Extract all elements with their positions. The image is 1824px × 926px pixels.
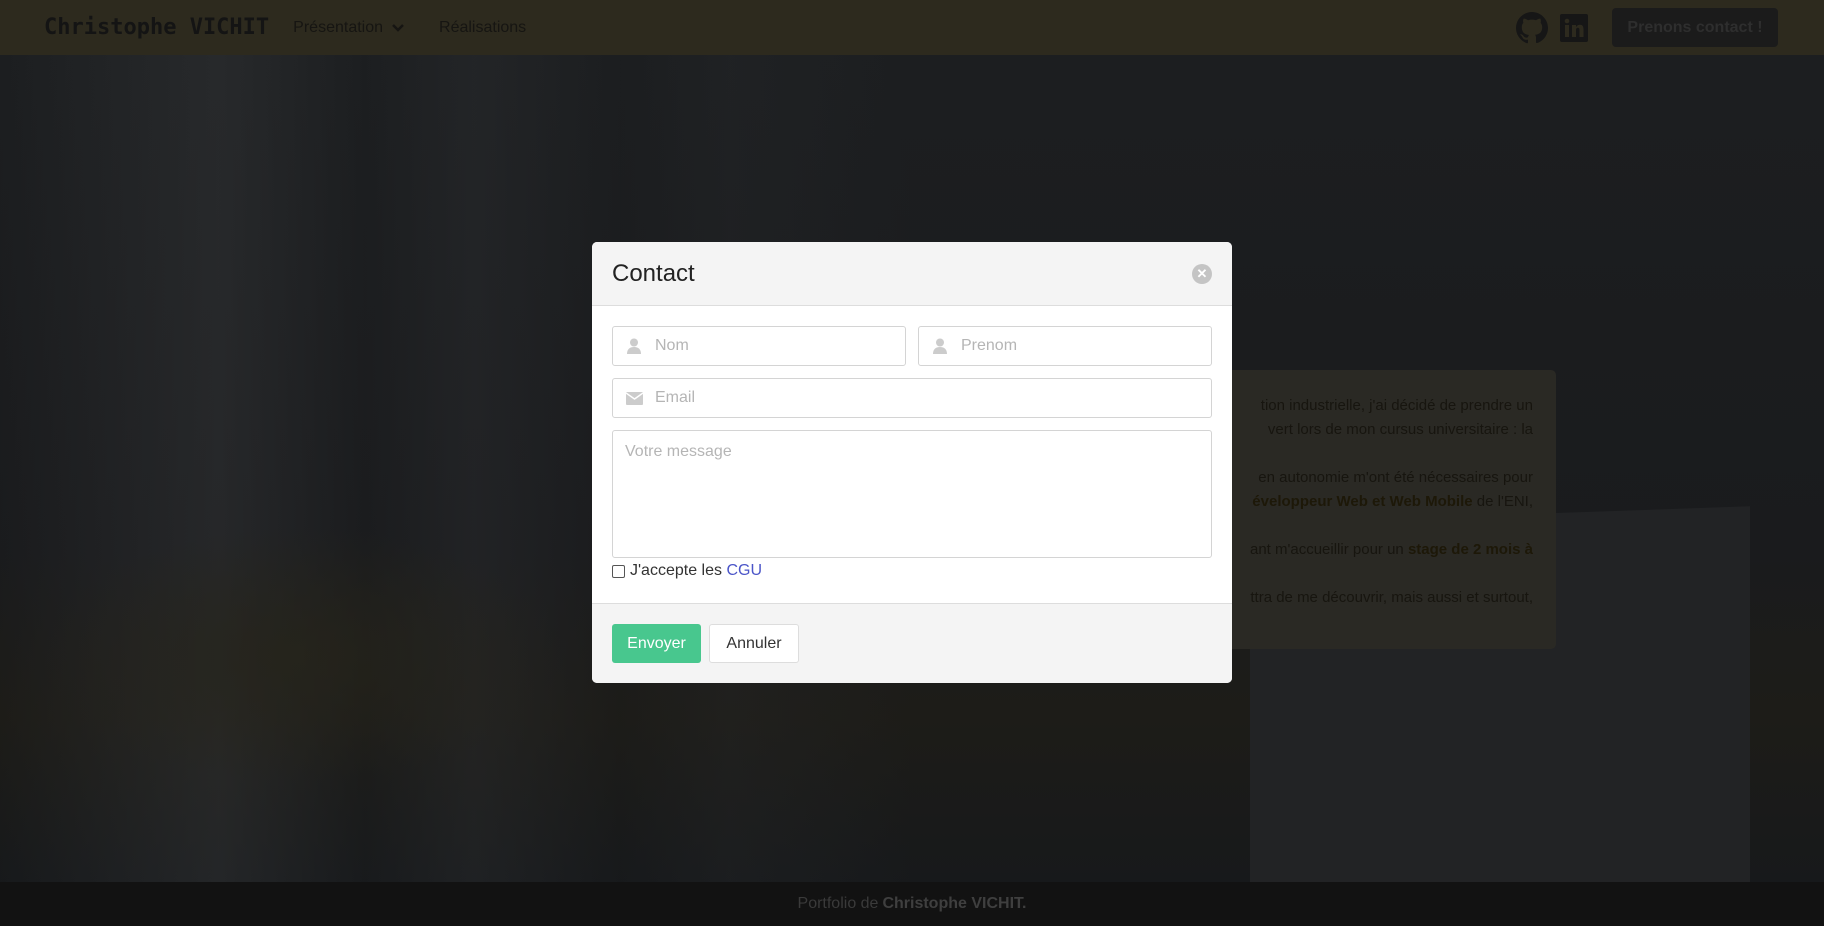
about-text: de l'ENI, bbox=[1472, 493, 1533, 510]
navbar: Christophe VICHIT Présentation Réalisati… bbox=[0, 0, 1824, 55]
footer-name: Christophe VICHIT. bbox=[882, 895, 1027, 912]
github-icon[interactable] bbox=[1516, 11, 1548, 44]
message-placeholder: Votre message bbox=[625, 443, 732, 460]
modal-body: Nom Prenom Email Votre message J'accepte… bbox=[592, 306, 1232, 579]
cgu-row: J'accepte les CGU bbox=[612, 562, 1212, 580]
about-bold: stage de 2 mois à bbox=[1407, 541, 1533, 558]
cgu-checkbox[interactable] bbox=[612, 564, 625, 578]
linkedin-icon[interactable] bbox=[1558, 12, 1590, 44]
envelope-icon bbox=[625, 391, 643, 405]
cancel-button[interactable]: Annuler bbox=[709, 624, 799, 663]
nav-presentation-label: Présentation bbox=[293, 18, 384, 36]
contact-cta-button[interactable]: Prenons contact ! bbox=[1612, 8, 1778, 47]
nom-placeholder: Nom bbox=[655, 337, 689, 354]
brand-logo[interactable]: Christophe VICHIT bbox=[44, 15, 269, 40]
message-textarea[interactable]: Votre message bbox=[612, 430, 1212, 558]
footer-prefix: Portfolio de bbox=[797, 895, 879, 912]
user-icon bbox=[625, 338, 643, 354]
footer: Portfolio de Christophe VICHIT. bbox=[0, 882, 1824, 926]
prenom-input[interactable]: Prenom bbox=[918, 326, 1212, 366]
about-text: ant m'accueillir pour un bbox=[1249, 541, 1408, 558]
close-icon[interactable]: ✕ bbox=[1192, 264, 1212, 284]
plant-shadow bbox=[40, 525, 560, 785]
about-bold: éveloppeur Web et Web Mobile bbox=[1252, 493, 1473, 510]
nav-realisations[interactable]: Réalisations bbox=[439, 19, 526, 37]
send-button[interactable]: Envoyer bbox=[612, 624, 701, 663]
email-placeholder: Email bbox=[655, 389, 696, 406]
prenom-placeholder: Prenom bbox=[961, 337, 1018, 354]
cgu-label: J'accepte les bbox=[630, 562, 727, 579]
cgu-link[interactable]: CGU bbox=[726, 562, 762, 579]
modal-header: Contact ✕ bbox=[592, 242, 1232, 306]
chevron-down-icon bbox=[392, 23, 404, 32]
modal-footer: Envoyer Annuler bbox=[592, 603, 1232, 683]
nom-input[interactable]: Nom bbox=[612, 326, 906, 366]
email-input[interactable]: Email bbox=[612, 378, 1212, 418]
nav-presentation[interactable]: Présentation bbox=[293, 19, 405, 37]
user-icon bbox=[931, 338, 949, 354]
contact-modal: Contact ✕ Nom Prenom Email Votre message… bbox=[592, 242, 1232, 683]
modal-title: Contact bbox=[612, 259, 695, 287]
